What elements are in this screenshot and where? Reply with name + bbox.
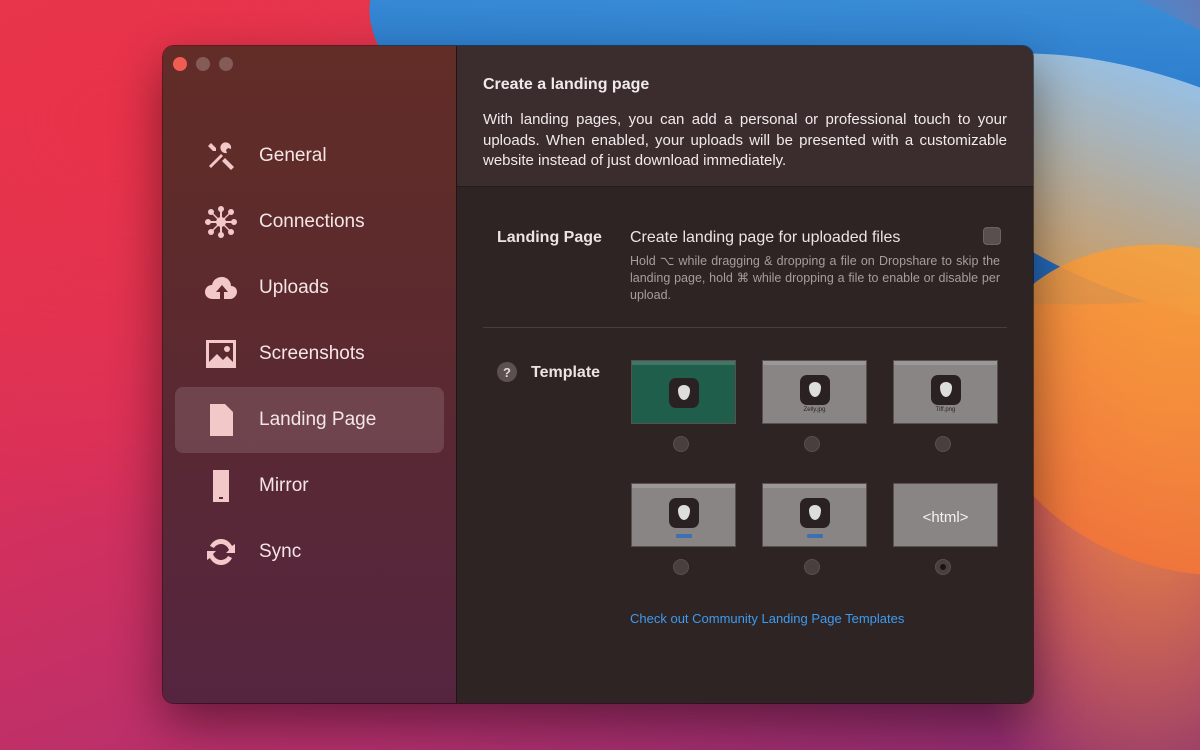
template-radio-5[interactable] — [804, 559, 820, 575]
thumb-filename: Tiff.png — [935, 407, 956, 413]
sidebar-item-uploads[interactable]: Uploads — [175, 255, 444, 321]
template-thumb-3[interactable]: Tiff.png — [893, 360, 998, 424]
sidebar-item-label: General — [259, 145, 327, 166]
thumb-filename: Zelly.jpg — [803, 407, 826, 413]
template-thumb-6[interactable]: <html> — [893, 483, 998, 547]
document-icon — [201, 400, 241, 440]
sidebar-item-mirror[interactable]: Mirror — [175, 453, 444, 519]
banner-title: Create a landing page — [483, 76, 650, 93]
sidebar-item-connections[interactable]: Connections — [175, 189, 444, 255]
sync-icon — [201, 532, 241, 572]
dropshare-icon — [930, 375, 961, 405]
divider — [483, 327, 1007, 328]
help-button[interactable]: ? — [497, 362, 517, 382]
close-button[interactable] — [173, 57, 187, 71]
template-thumb-5[interactable] — [762, 483, 867, 547]
sidebar-item-label: Connections — [259, 211, 365, 232]
sidebar-item-label: Screenshots — [259, 343, 365, 364]
sidebar-item-label: Landing Page — [259, 409, 377, 430]
sidebar-item-label: Sync — [259, 541, 302, 562]
template-radio-6[interactable] — [935, 559, 951, 575]
phone-icon — [201, 466, 241, 506]
sidebar-item-label: Mirror — [259, 475, 309, 496]
landing-page-label: Landing Page — [497, 229, 602, 246]
preferences-window: General Connections Uploads Screenshots — [163, 46, 1033, 703]
template-thumb-2[interactable]: Zelly.jpg — [762, 360, 867, 424]
template-thumb-1[interactable] — [631, 360, 736, 424]
tools-icon — [201, 136, 241, 176]
content-pane: Create a landing page With landing pages… — [457, 46, 1033, 703]
template-thumb-4[interactable] — [631, 483, 736, 547]
sidebar-item-sync[interactable]: Sync — [175, 519, 444, 585]
dropshare-icon — [799, 375, 830, 405]
template-radio-2[interactable] — [804, 436, 820, 452]
landing-page-option-title: Create landing page for uploaded files — [630, 229, 901, 246]
thumb-download-button — [675, 534, 692, 538]
info-banner: Create a landing page With landing pages… — [457, 46, 1033, 187]
dropshare-icon — [799, 498, 830, 528]
dropshare-icon — [668, 378, 699, 408]
sidebar-item-landing-page[interactable]: Landing Page — [175, 387, 444, 453]
dropshare-icon — [668, 498, 699, 528]
template-label: Template — [531, 364, 601, 381]
landing-page-checkbox[interactable] — [983, 227, 1001, 245]
landing-page-hint: Hold ⌥ while dragging & dropping a file … — [630, 254, 1000, 302]
sidebar-item-general[interactable]: General — [175, 123, 444, 189]
banner-description: With landing pages, you can add a person… — [483, 111, 1007, 169]
template-radio-1[interactable] — [673, 436, 689, 452]
sidebar-item-label: Uploads — [259, 277, 329, 298]
zoom-button[interactable] — [219, 57, 233, 71]
sidebar: General Connections Uploads Screenshots — [163, 46, 457, 703]
window-controls — [173, 57, 233, 71]
sidebar-nav: General Connections Uploads Screenshots — [175, 123, 444, 585]
image-icon — [201, 334, 241, 374]
sidebar-item-screenshots[interactable]: Screenshots — [175, 321, 444, 387]
community-templates-link[interactable]: Check out Community Landing Page Templat… — [630, 611, 904, 626]
template-radio-4[interactable] — [673, 559, 689, 575]
cloud-upload-icon — [201, 268, 241, 308]
template-radio-3[interactable] — [935, 436, 951, 452]
thumb-download-button — [806, 534, 823, 538]
minimize-button[interactable] — [196, 57, 210, 71]
thumb-html-label: <html> — [922, 509, 969, 526]
network-icon — [201, 202, 241, 242]
